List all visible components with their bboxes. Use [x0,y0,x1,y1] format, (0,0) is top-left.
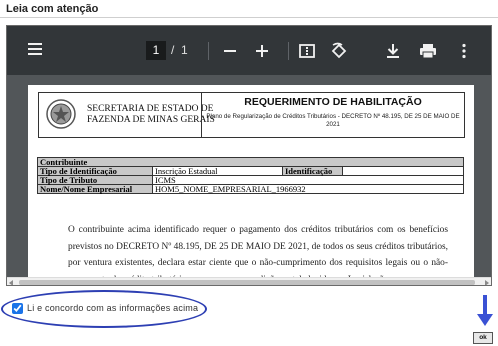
organization-line-2: FAZENDA DE MINAS GERAIS [87,115,215,125]
document-title: REQUERIMENTO DE HABILITAÇÃO [244,96,422,108]
page-total: 1 [181,43,188,57]
menu-icon[interactable] [28,43,42,55]
ok-button[interactable]: ok [473,332,493,344]
dialog: Leia com atenção / 1 [0,0,498,346]
toolbar-divider [288,42,289,60]
download-icon[interactable] [383,41,403,61]
dialog-title: Leia com atenção [0,0,498,18]
zoom-out-icon[interactable] [220,41,240,61]
agreement-label[interactable]: Li e concordo com as informações acima [27,303,198,313]
pdf-viewer[interactable]: / 1 [6,25,492,286]
print-icon[interactable] [418,41,438,61]
scrollbar-thumb[interactable] [19,280,475,285]
scroll-right-icon[interactable] [485,280,489,285]
annotation-arrow-shaft [483,295,487,315]
agreement-checkbox[interactable] [12,302,23,314]
rotate-icon[interactable] [329,41,349,61]
document-header: SECRETARIA DE ESTADO DE FAZENDA DE MINAS… [38,92,465,138]
annotation-arrow-icon [477,314,493,326]
zoom-in-icon[interactable] [252,41,272,61]
scroll-left-icon[interactable] [9,280,13,285]
document-subtitle: Plano de Regularização de Créditos Tribu… [206,113,460,128]
pdf-page: SECRETARIA DE ESTADO DE FAZENDA DE MINAS… [28,85,474,285]
taxpayer-table: Contribuinte Tipo de Identificação Inscr… [37,157,464,194]
toolbar-divider [208,42,209,60]
pdf-toolbar: / 1 [7,26,491,75]
business-name-value: HOM5_NOME_EMPRESARIAL_1966932 [152,184,464,194]
page-separator: / [171,43,175,57]
business-name-label: Nome/Nome Empresarial [37,184,153,194]
state-seal-icon [46,99,76,129]
fit-page-icon[interactable] [297,41,317,61]
more-options-icon[interactable] [454,41,474,61]
table-row: Nome/Nome Empresarial HOM5_NOME_EMPRESAR… [37,184,464,194]
table-row: Tipo de Identificação Inscrição Estadual… [37,166,464,176]
page-number-input[interactable] [146,41,166,60]
id-label: Identificação [282,166,343,176]
organization-line-1: SECRETARIA DE ESTADO DE [87,104,214,114]
agreement-row: Li e concordo com as informações acima [12,301,198,315]
id-value [342,166,464,176]
horizontal-scrollbar[interactable] [7,277,491,285]
organization-name: SECRETARIA DE ESTADO DE FAZENDA DE MINAS… [87,104,215,126]
